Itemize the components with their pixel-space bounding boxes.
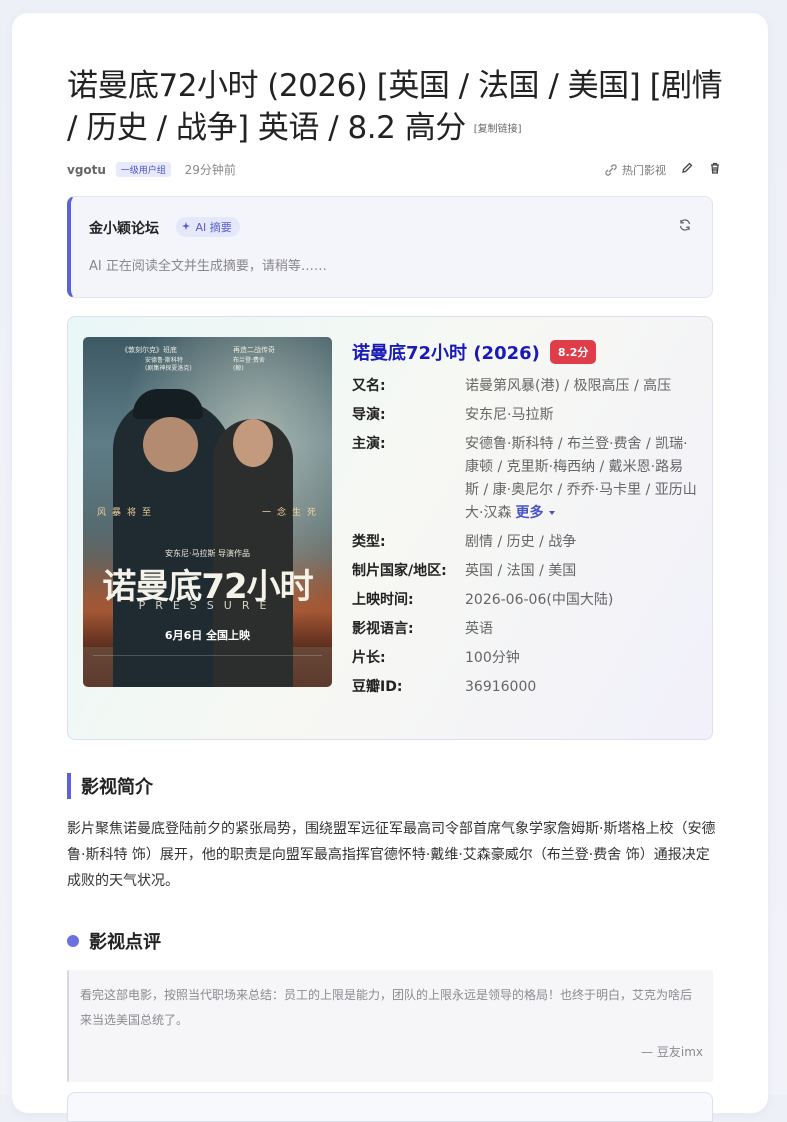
chain-icon bbox=[605, 163, 617, 176]
field-value: 英语 bbox=[465, 621, 493, 637]
ai-badge: AI 摘要 bbox=[176, 217, 240, 237]
movie-fields: 又名: 诺曼第风暴(港) / 极限高压 / 高压 导演: 安东尼·马拉斯 主演: 安德… bbox=[352, 375, 697, 705]
poster-top-right: 再造二战传奇 bbox=[233, 346, 275, 354]
post-meta: vgotu 一级用户组 29分钟前 热门影视 bbox=[67, 161, 722, 181]
field-key: 导演: bbox=[352, 407, 386, 423]
field-row: 豆瓣ID: 36916000 bbox=[352, 676, 697, 705]
review-text: 看完这部电影，按照当代职场来总结：员工的上限是能力，团队的上限永远是领导的格局！… bbox=[80, 988, 693, 1027]
field-key: 豆瓣ID: bbox=[352, 679, 403, 695]
field-row: 影视语言: 英语 bbox=[352, 618, 697, 647]
poster-cast-left-name: 安德鲁·斯科特 bbox=[145, 357, 183, 364]
poster-director: 安东尼·马拉斯 导演作品 bbox=[164, 549, 251, 558]
field-key: 又名: bbox=[352, 378, 386, 394]
movie-info-card: 《敦刻尔克》班底 再造二战传奇 安德鲁·斯科特 (剧集神探夏洛克) 布兰登·费舍… bbox=[67, 316, 713, 740]
field-value: 安德鲁·斯科特 / 布兰登·费舍 / 凯瑞·康顿 / 克里斯·梅西纳 / 戴米恩… bbox=[465, 436, 697, 521]
field-value: 2026-06-06(中国大陆) bbox=[465, 592, 614, 608]
field-key: 主演: bbox=[352, 436, 386, 452]
caret-down-icon bbox=[549, 511, 556, 515]
poster-cast-left-sub: (剧集神探夏洛克) bbox=[145, 365, 192, 372]
post-title-text: 诺曼底72小时 (2026) [英国 / 法国 / 美国] [剧情 / 历史 /… bbox=[67, 68, 723, 146]
refresh-button[interactable] bbox=[678, 217, 692, 236]
field-row: 上映时间: 2026-06-06(中国大陆) bbox=[352, 589, 697, 618]
refresh-icon bbox=[679, 219, 691, 231]
post-title: 诺曼底72小时 (2026) [英国 / 法国 / 美国] [剧情 / 历史 /… bbox=[67, 65, 727, 151]
author-name[interactable]: vgotu bbox=[67, 163, 106, 177]
synopsis-text: 影片聚焦诺曼底登陆前夕的紧张局势，围绕盟军远征军最高司令部首席气象学家詹姆斯·斯… bbox=[67, 821, 716, 889]
review-author: — 豆友imx bbox=[641, 1045, 703, 1059]
field-value: 安东尼·马拉斯 bbox=[465, 407, 554, 423]
category-label: 热门影视 bbox=[622, 163, 666, 177]
field-key: 上映时间: bbox=[352, 592, 414, 608]
field-row: 制片国家/地区: 英国 / 法国 / 美国 bbox=[352, 560, 697, 589]
field-value: 诺曼第风暴(港) / 极限高压 / 高压 bbox=[465, 378, 672, 394]
synopsis-heading-text: 影视简介 bbox=[81, 777, 153, 798]
field-row: 类型: 剧情 / 历史 / 战争 bbox=[352, 531, 697, 560]
poster-slogan: 风暴将至 一念生死 bbox=[97, 505, 322, 518]
poster-slogan-right: 一念生死 bbox=[261, 508, 322, 518]
user-group-badge: 一级用户组 bbox=[115, 162, 171, 177]
more-label: 更多 bbox=[515, 505, 544, 521]
field-value: 100分钟 bbox=[465, 650, 520, 666]
field-key: 片长: bbox=[352, 650, 386, 666]
field-value: 36916000 bbox=[465, 679, 537, 695]
category-link[interactable]: 热门影视 bbox=[604, 162, 666, 178]
next-section-box bbox=[67, 1092, 713, 1122]
field-key: 制片国家/地区: bbox=[352, 563, 447, 579]
field-row: 主演: 安德鲁·斯科特 / 布兰登·费舍 / 凯瑞·康顿 / 克里斯·梅西纳 / … bbox=[352, 433, 697, 531]
edit-button[interactable] bbox=[680, 161, 694, 178]
poster-cast-right: 布兰登·费舍 (鲸) bbox=[233, 357, 265, 373]
ai-summary-status: AI 正在阅读全文并生成摘要，请稍等…… bbox=[89, 259, 327, 274]
ai-summary-site: 金小颖论坛 bbox=[89, 221, 159, 237]
reviews-heading-text: 影视点评 bbox=[89, 932, 161, 953]
movie-title-row: 诺曼底72小时 (2026) 8.2分 bbox=[352, 337, 697, 367]
score-badge: 8.2分 bbox=[549, 340, 597, 364]
post-actions: 热门影视 bbox=[604, 161, 722, 178]
cast-field: 安德鲁·斯科特 / 布兰登·费舍 / 凯瑞·康顿 / 克里斯·梅西纳 / 戴米恩… bbox=[465, 433, 697, 531]
field-row: 导演: 安东尼·马拉斯 bbox=[352, 404, 697, 433]
more-cast-button[interactable]: 更多 bbox=[515, 505, 556, 521]
poster-top-left: 《敦刻尔克》班底 bbox=[121, 346, 177, 354]
delete-button[interactable] bbox=[708, 161, 722, 178]
post-card: 诺曼底72小时 (2026) [英国 / 法国 / 美国] [剧情 / 历史 /… bbox=[12, 13, 768, 1122]
pencil-icon bbox=[682, 162, 693, 173]
post-time: 29分钟前 bbox=[184, 163, 236, 177]
field-key: 类型: bbox=[352, 534, 386, 550]
poster-release: 6月6日 全国上映 bbox=[164, 629, 251, 642]
movie-title[interactable]: 诺曼底72小时 (2026) bbox=[352, 339, 540, 365]
field-key: 影视语言: bbox=[352, 621, 414, 637]
poster-cast-right-name: 布兰登·费舍 bbox=[233, 357, 265, 364]
trash-icon bbox=[711, 162, 719, 174]
copy-link-button[interactable]: [复制链接] bbox=[474, 124, 522, 135]
movie-details: 诺曼底72小时 (2026) 8.2分 又名: 诺曼第风暴(港) / 极限高压 /… bbox=[352, 337, 697, 705]
movie-poster[interactable]: 《敦刻尔克》班底 再造二战传奇 安德鲁·斯科特 (剧集神探夏洛克) 布兰登·费舍… bbox=[83, 337, 332, 687]
poster-cast-left: 安德鲁·斯科特 (剧集神探夏洛克) bbox=[145, 357, 192, 373]
field-value: 英国 / 法国 / 美国 bbox=[465, 563, 577, 579]
sparkle-icon bbox=[182, 222, 190, 230]
review-quote: 看完这部电影，按照当代职场来总结：员工的上限是能力，团队的上限永远是领导的格局！… bbox=[67, 970, 713, 1082]
ai-badge-label: AI 摘要 bbox=[195, 221, 232, 234]
field-row: 又名: 诺曼第风暴(港) / 极限高压 / 高压 bbox=[352, 375, 697, 404]
poster-english-title: PRESSURE bbox=[138, 599, 277, 612]
synopsis-heading: 影视简介 bbox=[67, 773, 153, 799]
poster-cast-right-sub: (鲸) bbox=[233, 365, 244, 372]
poster-slogan-left: 风暴将至 bbox=[97, 508, 158, 518]
field-row: 片长: 100分钟 bbox=[352, 647, 697, 676]
poster-credits bbox=[93, 655, 322, 677]
reviews-heading: 影视点评 bbox=[67, 928, 161, 954]
field-value: 剧情 / 历史 / 战争 bbox=[465, 534, 577, 550]
ai-summary-panel: 金小颖论坛 AI 摘要 AI 正在阅读全文并生成摘要，请稍等…… bbox=[67, 196, 713, 298]
